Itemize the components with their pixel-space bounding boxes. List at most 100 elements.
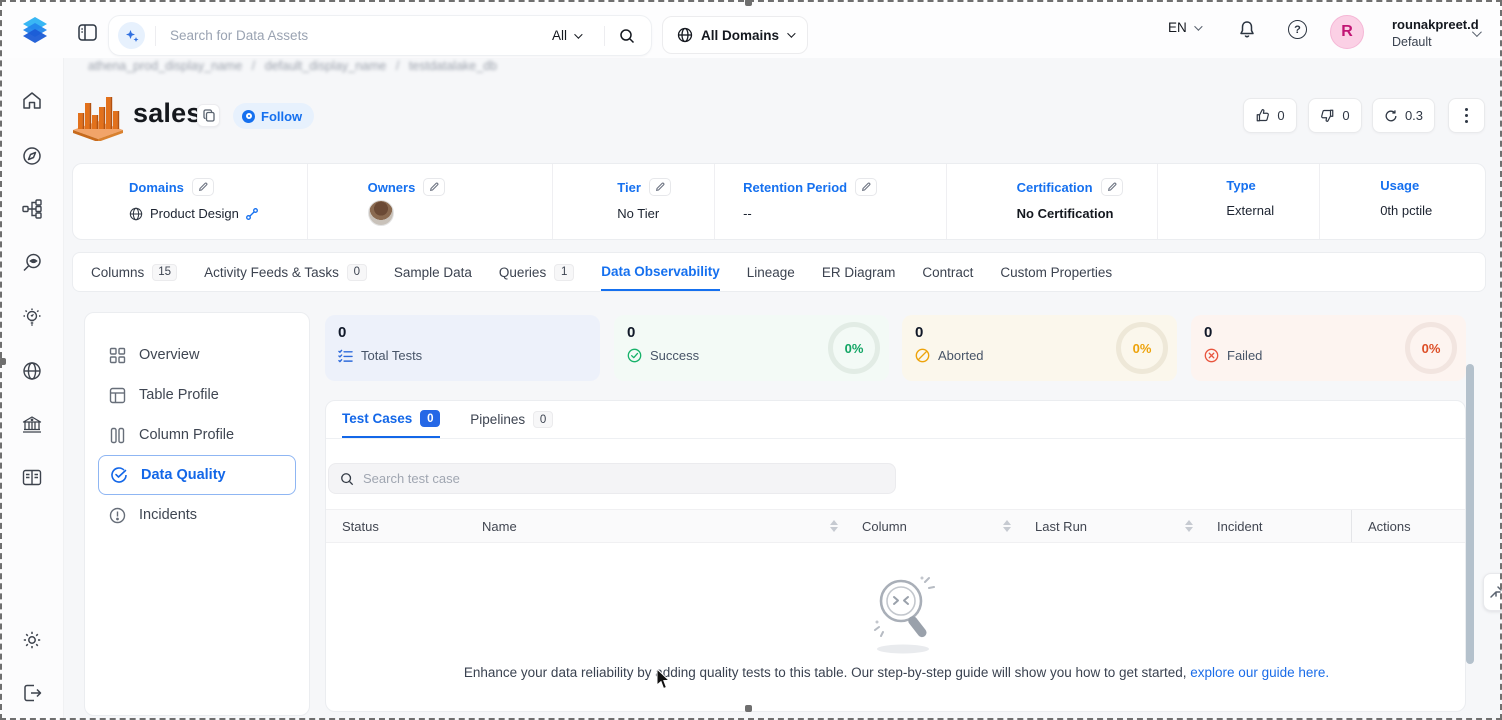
meta-field-retention: Retention Period -- [715,164,947,239]
domains-label: Domains [129,180,184,195]
tab-custom-properties[interactable]: Custom Properties [1000,253,1112,291]
help-icon[interactable]: ? [1288,20,1307,39]
edit-owners-button[interactable] [423,178,445,196]
more-options-button[interactable] [1448,98,1485,133]
edit-domains-button[interactable] [192,178,214,196]
data-quality-check-icon [110,466,128,484]
failed-percent-ring: 0% [1405,322,1457,374]
capture-handle [0,358,6,365]
insights-bulb-icon[interactable] [21,306,43,328]
retention-period-value: -- [743,206,752,221]
tab-data-observability[interactable]: Data Observability [601,253,720,291]
global-search-placeholder[interactable]: Search for Data Assets [170,28,552,43]
tab-count: 1 [554,264,574,281]
language-dropdown[interactable]: EN [1168,20,1200,35]
column-header-incident[interactable]: Incident [1201,510,1351,542]
sort-icon[interactable] [830,520,838,532]
total-tests-value: 0 [338,324,587,341]
search-scope-dropdown[interactable]: All [552,28,580,43]
test-cases-panel: Test Cases 0 Pipelines 0 Search test cas… [325,400,1466,712]
version-button[interactable]: 0.3 [1372,98,1435,133]
collapse-panel-handle[interactable] [1483,573,1502,611]
sidebar-toggle-icon[interactable] [78,24,97,41]
divider [604,26,605,46]
nav-item-label: Column Profile [139,427,234,443]
subtab-pipelines[interactable]: Pipelines 0 [470,401,553,438]
edit-tier-button[interactable] [649,178,671,196]
observability-side-nav: Overview Table Profile Column Profile Da… [84,312,310,716]
tab-columns[interactable]: Columns 15 [91,253,177,291]
tab-label: Lineage [747,265,795,280]
governance-bank-icon[interactable] [21,414,43,436]
domains-value[interactable]: Product Design [150,206,239,221]
user-name: rounakpreet.d [1392,17,1479,34]
total-tests-label: Total Tests [361,348,422,363]
breadcrumb-separator: / [396,59,399,73]
test-case-table-header: Status Name Column Last Run Incident Act… [326,509,1466,543]
nav-item-label: Overview [139,347,199,363]
subtab-test-cases[interactable]: Test Cases 0 [342,401,440,438]
meta-field-type: Type External [1158,164,1320,239]
column-header-name[interactable]: Name [466,510,846,542]
edit-retention-button[interactable] [855,178,877,196]
aborted-label: Aborted [938,348,984,363]
nav-item-label: Table Profile [139,387,219,403]
user-team: Default [1392,34,1479,50]
test-case-search-input[interactable]: Search test case [328,463,896,494]
tab-lineage[interactable]: Lineage [747,253,795,291]
home-icon[interactable] [21,90,43,112]
nav-item-data-quality[interactable]: Data Quality [98,455,296,495]
breadcrumb-item[interactable]: testdatalake_db [409,59,497,73]
sort-icon[interactable] [1185,520,1193,532]
domains-globe-icon[interactable] [21,360,43,382]
observability-search-icon[interactable] [21,252,43,274]
tab-count: 0 [347,264,367,281]
app-logo-icon[interactable] [18,13,52,47]
upvote-button[interactable]: 0 [1243,98,1297,133]
column-header-last-run[interactable]: Last Run [1019,510,1201,542]
user-menu[interactable]: rounakpreet.d Default [1392,17,1479,50]
lineage-flow-icon[interactable] [21,198,43,220]
downvote-button[interactable]: 0 [1308,98,1362,133]
aborted-percent: 0% [1133,341,1152,356]
logout-icon[interactable] [21,682,43,704]
sort-icon[interactable] [1003,520,1011,532]
nav-item-incidents[interactable]: Incidents [98,495,296,535]
settings-gear-icon[interactable] [21,629,43,651]
vertical-scrollbar[interactable] [1466,364,1474,664]
overview-grid-icon [109,347,126,364]
follow-button[interactable]: Follow [233,103,314,129]
owner-avatar[interactable] [368,200,394,226]
all-domains-dropdown[interactable]: All Domains [662,16,808,54]
breadcrumb[interactable]: athena_prod_display_name / default_displ… [88,59,503,73]
explore-guide-link[interactable]: explore our guide here. [1190,665,1329,680]
column-header-status[interactable]: Status [326,510,466,542]
nav-item-column-profile[interactable]: Column Profile [98,415,296,455]
tab-queries[interactable]: Queries 1 [499,253,574,291]
tab-contract[interactable]: Contract [922,253,973,291]
ai-sparkle-icon[interactable] [118,22,145,49]
tab-activity-feeds[interactable]: Activity Feeds & Tasks 0 [204,253,367,291]
notifications-bell-icon[interactable] [1238,20,1256,39]
nav-item-overview[interactable]: Overview [98,335,296,375]
usage-label: Usage [1380,178,1419,193]
user-avatar[interactable]: R [1330,15,1364,49]
column-profile-icon [109,427,126,444]
column-header-column[interactable]: Column [846,510,1019,542]
edit-certification-button[interactable] [1101,178,1123,196]
copy-link-button[interactable] [197,104,220,127]
kebab-menu-icon [1465,108,1468,123]
glossary-book-icon[interactable] [21,467,43,489]
table-profile-icon [109,387,126,404]
resize-icon [1489,585,1502,599]
nav-item-table-profile[interactable]: Table Profile [98,375,296,415]
tab-er-diagram[interactable]: ER Diagram [822,253,896,291]
tab-sample-data[interactable]: Sample Data [394,253,472,291]
tier-value: No Tier [617,206,659,221]
breadcrumb-item[interactable]: default_display_name [265,59,387,73]
globe-icon [677,27,693,43]
explore-compass-icon[interactable] [21,145,43,167]
breadcrumb-item[interactable]: athena_prod_display_name [88,59,242,73]
global-search-bar[interactable]: Search for Data Assets All [108,15,652,56]
search-icon[interactable] [619,28,635,44]
